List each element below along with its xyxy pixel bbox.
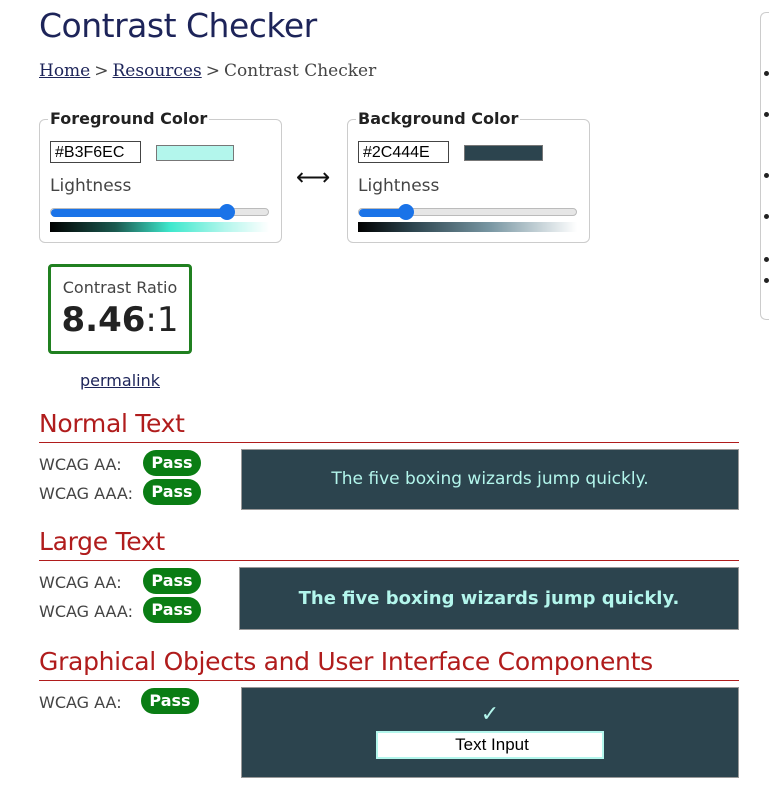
normal-aaa-label: WCAG AAA: (39, 484, 133, 503)
divider (39, 680, 739, 681)
bullet-icon (764, 214, 769, 219)
contrast-ratio-suffix: :1 (145, 300, 179, 340)
slider-fill (51, 209, 229, 217)
large-aa-label: WCAG AA: (39, 573, 122, 592)
breadcrumb-separator: > (205, 61, 220, 81)
contrast-ratio-value: 8.46:1 (51, 300, 189, 340)
background-lightness-gradient (358, 222, 577, 232)
double-arrow-icon[interactable]: ⟷ (296, 163, 330, 191)
normal-aaa-pass-badge: Pass (143, 479, 201, 505)
large-aaa-label: WCAG AAA: (39, 602, 133, 621)
foreground-lightness-gradient (50, 222, 269, 232)
permalink-link[interactable]: permalink (80, 371, 160, 390)
breadcrumb-home-link[interactable]: Home (39, 61, 90, 81)
foreground-lightness-label: Lightness (50, 176, 132, 196)
foreground-lightness-slider[interactable] (50, 208, 269, 217)
background-hex-input[interactable]: #2C444E (358, 141, 449, 163)
normal-aa-pass-badge: Pass (143, 450, 201, 476)
bullet-icon (764, 112, 769, 117)
large-aaa-pass-badge: Pass (143, 597, 201, 623)
page-title: Contrast Checker (39, 6, 317, 45)
graphical-sample-area: ✓ Text Input (241, 687, 739, 778)
graphical-aa-pass-badge: Pass (141, 688, 199, 714)
breadcrumb-resources-link[interactable]: Resources (113, 61, 202, 81)
bullet-icon (764, 71, 769, 76)
normal-text-sample: The five boxing wizards jump quickly. (241, 449, 739, 510)
side-panel (760, 12, 769, 320)
sample-text-input[interactable]: Text Input (376, 731, 604, 759)
large-text-sample: The five boxing wizards jump quickly. (239, 567, 739, 630)
graphical-aa-label: WCAG AA: (39, 693, 122, 712)
breadcrumb-current: Contrast Checker (223, 61, 377, 81)
background-lightness-label: Lightness (358, 176, 440, 196)
bullet-icon (764, 173, 769, 178)
background-lightness-slider[interactable] (358, 208, 577, 217)
large-text-heading: Large Text (39, 527, 165, 556)
graphical-objects-heading: Graphical Objects and User Interface Com… (39, 647, 653, 676)
normal-text-heading: Normal Text (39, 409, 185, 438)
foreground-hex-input[interactable]: #B3F6EC (50, 141, 141, 163)
checkmark-icon: ✓ (480, 702, 500, 727)
breadcrumb: Home > Resources > Contrast Checker (39, 61, 376, 81)
breadcrumb-separator: > (94, 61, 109, 81)
foreground-color-swatch[interactable] (156, 145, 234, 161)
bullet-icon (764, 278, 769, 283)
normal-aa-label: WCAG AA: (39, 455, 122, 474)
contrast-ratio-box: Contrast Ratio 8.46:1 (48, 264, 192, 354)
foreground-legend: Foreground Color (48, 109, 210, 128)
contrast-ratio-number: 8.46 (61, 300, 146, 340)
background-legend: Background Color (356, 109, 521, 128)
background-color-swatch[interactable] (464, 145, 543, 161)
divider (39, 560, 739, 561)
divider (39, 442, 739, 443)
large-aa-pass-badge: Pass (143, 568, 201, 594)
contrast-ratio-label: Contrast Ratio (62, 278, 178, 297)
bullet-icon (764, 257, 769, 262)
